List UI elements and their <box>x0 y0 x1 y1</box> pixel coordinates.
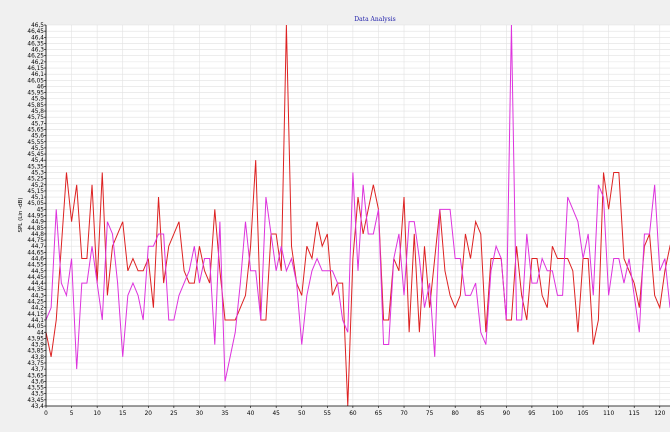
x-tick-label: 40 <box>247 411 255 417</box>
y-tick-label: 45,2 <box>31 183 44 189</box>
y-tick-label: 43,65 <box>27 373 44 379</box>
line-chart: Data Analysis SPL (Lin -dB) 43,443,4543,… <box>0 0 670 432</box>
x-tick-label: 25 <box>170 411 178 417</box>
y-tick-label: 44,8 <box>31 232 44 238</box>
y-tick-label: 46,5 <box>31 23 44 29</box>
x-tick-label: 70 <box>400 411 408 417</box>
y-tick-label: 44,95 <box>27 214 44 220</box>
y-tick-label: 45 <box>37 207 45 213</box>
x-tick-label: 110 <box>603 411 614 417</box>
y-tick-label: 44,15 <box>27 312 44 318</box>
x-tick-label: 10 <box>93 411 101 417</box>
y-tick-label: 43,7 <box>31 367 44 373</box>
y-tick-label: 45,5 <box>31 146 44 152</box>
y-tick-label: 44,25 <box>27 300 44 306</box>
x-tick-label: 30 <box>196 411 204 417</box>
y-tick-label: 45,9 <box>31 97 44 103</box>
y-tick-label: 44,85 <box>27 226 44 232</box>
y-tick-label: 45,45 <box>27 152 44 158</box>
y-tick-label: 43,85 <box>27 349 44 355</box>
y-axis-label: SPL (Lin -dB) <box>18 198 24 233</box>
y-tick-label: 44,5 <box>31 269 44 275</box>
y-tick-label: 45,1 <box>31 195 44 201</box>
y-tick-label: 46,3 <box>31 48 44 54</box>
y-tick-label: 45,25 <box>27 177 44 183</box>
y-tick-label: 43,9 <box>31 343 44 349</box>
y-tick-label: 44,6 <box>31 257 44 263</box>
y-tick-label: 44,2 <box>31 306 44 312</box>
y-tick-label: 45,4 <box>31 158 44 164</box>
x-tick-label: 120 <box>654 411 665 417</box>
y-tick-label: 43,4 <box>31 404 44 410</box>
y-tick-label: 46,45 <box>27 29 44 35</box>
y-tick-label: 46,4 <box>31 35 44 41</box>
x-tick-label: 20 <box>145 411 153 417</box>
y-tick-label: 44,65 <box>27 250 44 256</box>
y-tick-label: 44,45 <box>27 275 44 281</box>
y-tick-label: 46 <box>37 84 45 90</box>
x-tick-label: 55 <box>324 411 332 417</box>
x-tick-label: 60 <box>349 411 357 417</box>
x-tick-label: 5 <box>70 411 74 417</box>
y-tick-label: 45,7 <box>31 121 44 127</box>
x-tick-label: 90 <box>503 411 511 417</box>
y-tick-label: 46,05 <box>27 78 44 84</box>
y-tick-label: 45,95 <box>27 91 44 97</box>
y-tick-label: 45,65 <box>27 127 44 133</box>
y-tick-label: 43,45 <box>27 398 44 404</box>
y-tick-label: 45,15 <box>27 189 44 195</box>
x-tick-label: 15 <box>119 411 127 417</box>
y-tick-label: 45,3 <box>31 170 44 176</box>
x-tick-label: 65 <box>375 411 383 417</box>
y-tick-label: 44,75 <box>27 238 44 244</box>
y-tick-label: 45,05 <box>27 201 44 207</box>
x-tick-label: 100 <box>552 411 563 417</box>
y-tick-label: 43,8 <box>31 355 44 361</box>
y-tick-label: 44,05 <box>27 324 44 330</box>
y-tick-label: 45,75 <box>27 115 44 121</box>
x-tick-label: 75 <box>426 411 434 417</box>
y-tick-label: 45,6 <box>31 134 44 140</box>
y-tick-label: 44,55 <box>27 263 44 269</box>
x-tick-label: 115 <box>629 411 640 417</box>
y-tick-label: 46,35 <box>27 41 44 47</box>
y-tick-label: 43,55 <box>27 386 44 392</box>
y-tick-label: 45,35 <box>27 164 44 170</box>
y-tick-label: 44 <box>37 330 45 336</box>
x-tick-label: 105 <box>578 411 589 417</box>
y-tick-label: 43,6 <box>31 379 44 385</box>
x-tick-label: 95 <box>528 411 536 417</box>
y-tick-label: 44,1 <box>31 318 44 324</box>
y-tick-label: 46,1 <box>31 72 44 78</box>
x-tick-label: 35 <box>221 411 229 417</box>
x-tick-label: 85 <box>477 411 485 417</box>
x-tick-label: 80 <box>451 411 459 417</box>
y-tick-label: 46,2 <box>31 60 44 66</box>
y-tick-label: 45,85 <box>27 103 44 109</box>
x-tick-label: 50 <box>298 411 306 417</box>
x-tick-label: 0 <box>44 411 48 417</box>
y-tick-label: 44,4 <box>31 281 44 287</box>
y-tick-label: 44,9 <box>31 220 44 226</box>
chart-title: Data Analysis <box>354 16 395 23</box>
y-tick-label: 44,3 <box>31 293 44 299</box>
y-tick-label: 46,25 <box>27 54 44 60</box>
y-tick-label: 44,35 <box>27 287 44 293</box>
x-tick-label: 45 <box>272 411 280 417</box>
y-tick-label: 45,55 <box>27 140 44 146</box>
y-tick-label: 44,7 <box>31 244 44 250</box>
y-tick-label: 45,8 <box>31 109 44 115</box>
y-tick-label: 43,75 <box>27 361 44 367</box>
y-tick-label: 43,5 <box>31 392 44 398</box>
y-tick-label: 43,95 <box>27 336 44 342</box>
y-tick-label: 46,15 <box>27 66 44 72</box>
